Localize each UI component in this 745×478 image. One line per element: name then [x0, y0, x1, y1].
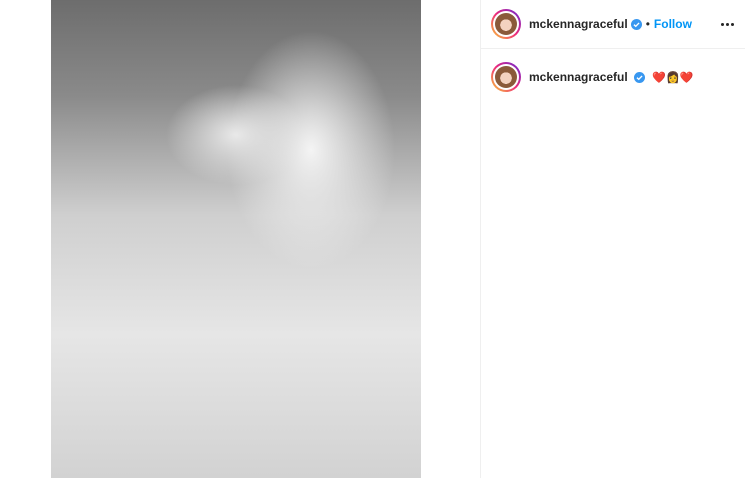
caption-comment: mckennagraceful ❤️👩❤️	[481, 62, 745, 92]
verified-badge-icon	[630, 18, 642, 30]
follow-button[interactable]: Follow	[654, 17, 692, 31]
avatar-image	[495, 13, 517, 35]
avatar[interactable]	[491, 62, 521, 92]
caption-text: ❤️👩❤️	[652, 72, 694, 84]
caption-text-wrapper: mckennagraceful ❤️👩❤️	[529, 70, 694, 84]
avatar-ring	[493, 11, 519, 37]
post-media-area	[0, 0, 480, 478]
caption-username-link[interactable]: mckennagraceful	[529, 70, 628, 84]
avatar-ring	[493, 64, 519, 90]
verified-badge-icon	[634, 72, 646, 84]
post-header: mckennagraceful • Follow	[481, 0, 745, 49]
avatar[interactable]	[491, 9, 521, 39]
avatar-image	[495, 66, 517, 88]
post-photo[interactable]	[51, 0, 421, 478]
more-options-icon[interactable]	[717, 16, 737, 32]
separator-dot: •	[645, 17, 650, 31]
username-link[interactable]: mckennagraceful	[529, 17, 628, 31]
